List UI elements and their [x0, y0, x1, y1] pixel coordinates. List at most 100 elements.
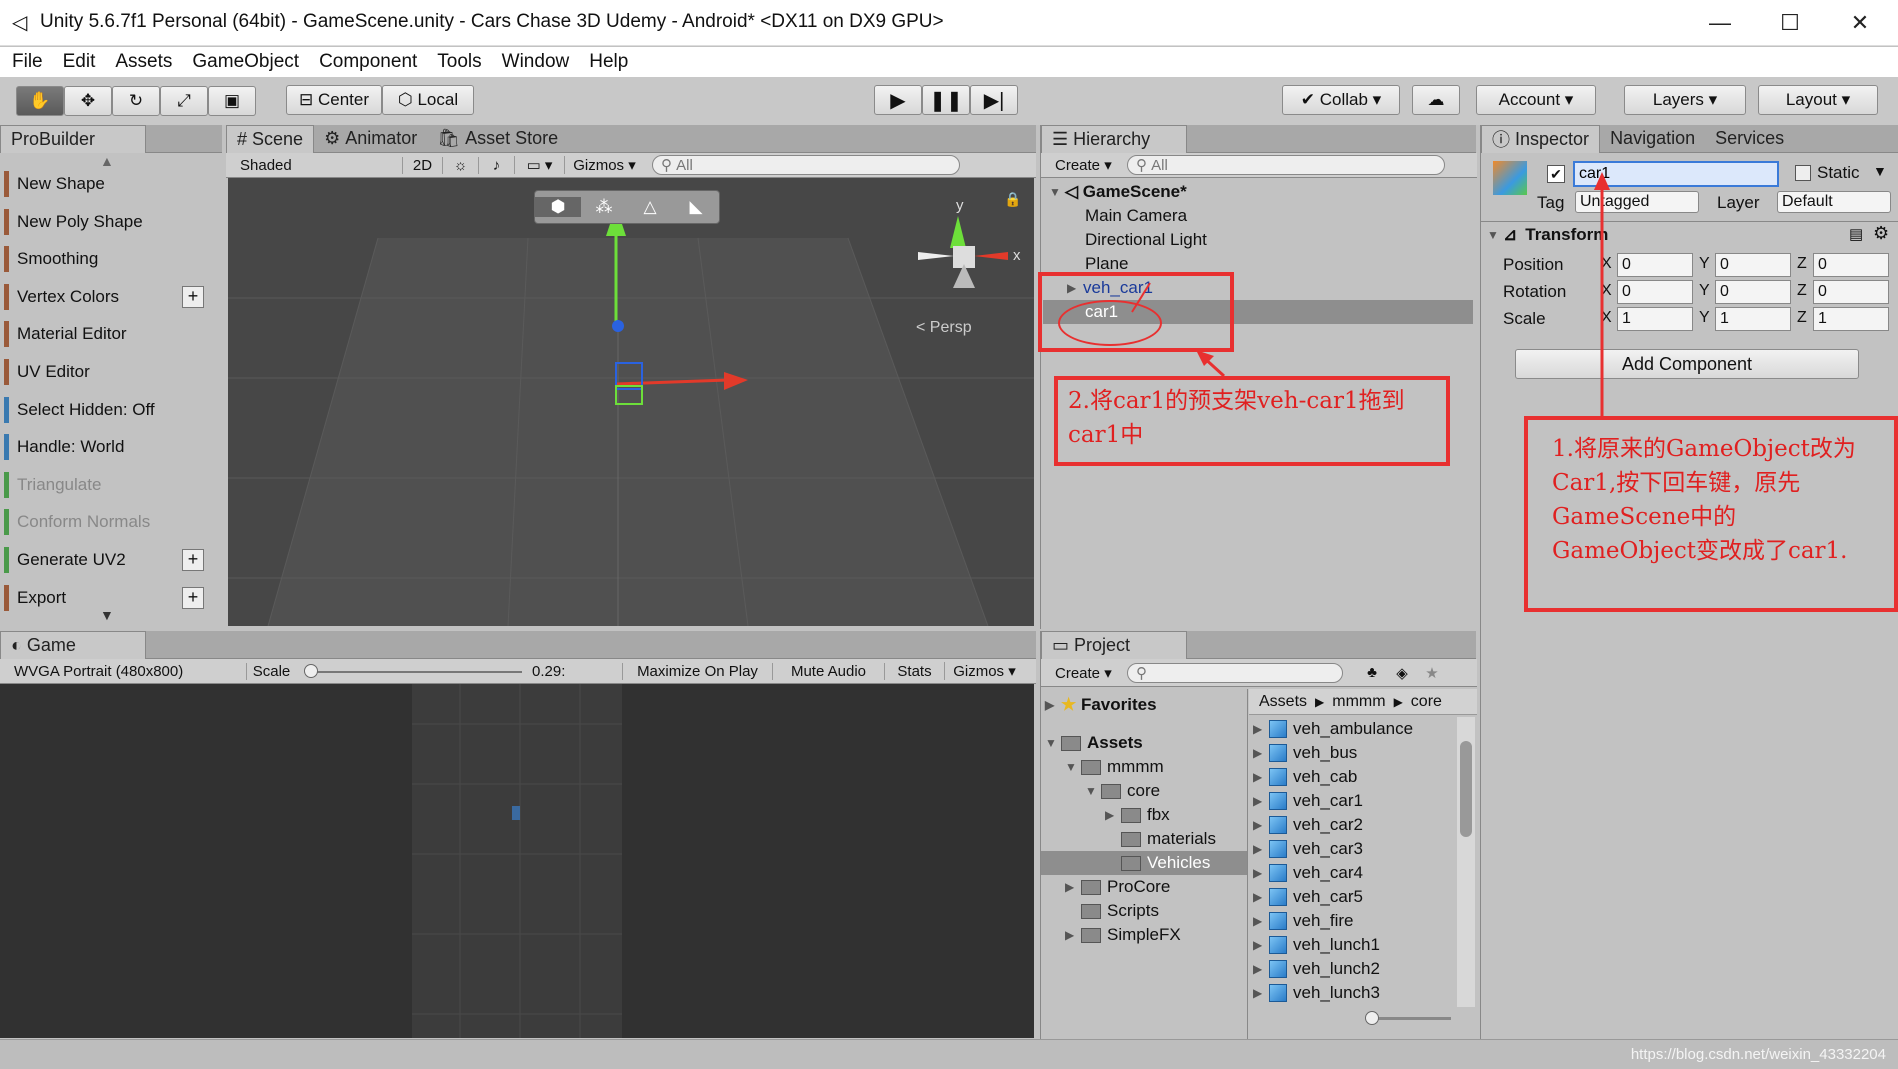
expand-arrow-icon[interactable]: ▼ — [1065, 760, 1081, 774]
static-dropdown-icon[interactable]: ▼ — [1873, 163, 1887, 179]
transform-x-field[interactable]: 1 — [1617, 307, 1693, 331]
tag-dropdown[interactable]: Untagged — [1575, 191, 1699, 213]
menu-component[interactable]: Component — [319, 51, 417, 73]
expand-arrow-icon[interactable]: ▶ — [1253, 746, 1269, 760]
filter-label-icon[interactable]: ◈ — [1387, 664, 1417, 682]
probuilder-item[interactable]: New Poly Shape — [4, 205, 212, 239]
scroll-down-icon[interactable]: ▼ — [100, 607, 114, 623]
help-icon[interactable]: ▤ — [1849, 225, 1863, 243]
active-checkbox[interactable]: ✔ — [1547, 165, 1565, 183]
scene-root[interactable]: ▼ ◁ GameScene* — [1049, 180, 1187, 204]
hand-tool-icon[interactable]: ✋ — [16, 86, 64, 116]
play-icon[interactable]: ▶ — [874, 85, 922, 115]
face-mode-icon[interactable]: ◣ — [673, 197, 719, 217]
resolution-dropdown[interactable]: WVGA Portrait (480x800) — [0, 663, 246, 680]
account-dropdown[interactable]: Account ▾ — [1476, 85, 1596, 115]
minimize-button[interactable]: — — [1700, 8, 1740, 38]
transform-z-field[interactable]: 0 — [1813, 253, 1889, 277]
layers-dropdown[interactable]: Layers ▾ — [1624, 85, 1746, 115]
2d-toggle[interactable]: 2D — [402, 156, 442, 174]
breadcrumb-item[interactable]: core — [1411, 693, 1442, 711]
expand-arrow-icon[interactable]: ▶ — [1253, 818, 1269, 832]
probuilder-item[interactable]: Conform Normals — [4, 505, 212, 539]
gear-icon[interactable]: ⚙ — [1873, 223, 1889, 244]
asset-item[interactable]: ▶ veh_bus — [1253, 741, 1357, 765]
icon-size-slider[interactable] — [1365, 1011, 1451, 1025]
scale-tool-icon[interactable]: ⤢ — [160, 86, 208, 116]
expand-arrow-icon[interactable]: ▶ — [1253, 914, 1269, 928]
asset-item[interactable]: ▶ veh_car5 — [1253, 885, 1363, 909]
expand-arrow-icon[interactable]: ▼ — [1045, 736, 1061, 750]
transform-x-field[interactable]: 0 — [1617, 280, 1693, 304]
transform-z-field[interactable]: 1 — [1813, 307, 1889, 331]
hierarchy-create-dropdown[interactable]: Create ▾ — [1041, 156, 1127, 174]
hierarchy-search-input[interactable]: ⚲ All — [1127, 155, 1445, 175]
probuilder-item[interactable]: Vertex Colors + — [4, 280, 212, 314]
game-view[interactable] — [0, 684, 1034, 1038]
collab-button[interactable]: ✔ Collab ▾ — [1282, 85, 1400, 115]
options-plus-icon[interactable]: + — [182, 549, 204, 571]
asset-item[interactable]: ▶ veh_car3 — [1253, 837, 1363, 861]
object-mode-icon[interactable]: ⬢ — [535, 197, 581, 217]
maximize-on-play-toggle[interactable]: Maximize On Play — [622, 662, 772, 680]
menu-window[interactable]: Window — [502, 51, 570, 73]
expand-arrow-icon[interactable]: ▶ — [1253, 986, 1269, 1000]
asset-scrollbar[interactable] — [1457, 717, 1475, 1007]
rotate-tool-icon[interactable]: ↻ — [112, 86, 160, 116]
audio-icon[interactable]: ♪ — [478, 156, 514, 174]
tab-hierarchy[interactable]: ☰ Hierarchy — [1041, 124, 1187, 153]
folder-node-selected[interactable]: Vehicles — [1041, 851, 1247, 875]
expand-arrow-icon[interactable]: ▶ — [1253, 866, 1269, 880]
project-create-dropdown[interactable]: Create ▾ — [1041, 664, 1127, 682]
probuilder-item[interactable]: Smoothing — [4, 242, 212, 276]
folder-node[interactable]: materials — [1121, 827, 1216, 851]
scene-view[interactable]: y x < Persp 🔒 ⬢ ⁂ △ ◣ — [228, 178, 1034, 627]
tab-game[interactable]: ◐ Game — [0, 630, 146, 659]
probuilder-item[interactable]: Material Editor — [4, 317, 212, 351]
asset-item[interactable]: ▶ veh_lunch2 — [1253, 957, 1380, 981]
menu-file[interactable]: File — [12, 51, 43, 73]
options-plus-icon[interactable]: + — [182, 586, 204, 609]
orientation-gizmo[interactable] — [918, 216, 1008, 288]
game-gizmos-dropdown[interactable]: Gizmos ▾ — [944, 662, 1024, 680]
close-button[interactable]: ✕ — [1840, 8, 1880, 38]
tab-probuilder[interactable]: ProBuilder — [0, 124, 146, 153]
expand-arrow-icon[interactable]: ▼ — [1487, 228, 1503, 242]
probuilder-item[interactable]: Generate UV2 + — [4, 543, 212, 577]
tab-asset-store[interactable]: 🛍 Asset Store — [427, 125, 568, 153]
lock-icon[interactable]: 🔒 — [1004, 191, 1021, 208]
favorite-star-icon[interactable]: ★ — [1417, 664, 1447, 682]
expand-arrow-icon[interactable]: ▼ — [1085, 784, 1101, 798]
expand-arrow-icon[interactable]: ▶ — [1253, 962, 1269, 976]
probuilder-item[interactable]: UV Editor — [4, 355, 212, 389]
expand-arrow-icon[interactable]: ▶ — [1105, 808, 1121, 822]
move-tool-icon[interactable]: ✥ — [64, 86, 112, 116]
static-checkbox[interactable] — [1795, 165, 1811, 181]
effects-icon[interactable]: ▭ ▾ — [514, 156, 564, 174]
hierarchy-item[interactable]: Directional Light — [1085, 228, 1207, 252]
menu-edit[interactable]: Edit — [63, 51, 96, 73]
pause-icon[interactable]: ❚❚ — [922, 85, 970, 115]
folder-node[interactable]: Scripts — [1081, 899, 1159, 923]
persp-label[interactable]: < Persp — [916, 319, 972, 336]
favorites-node[interactable]: ▶ ★ Favorites — [1045, 693, 1157, 717]
asset-item[interactable]: ▶ veh_lunch1 — [1253, 933, 1380, 957]
breadcrumb-item[interactable]: Assets — [1259, 693, 1307, 711]
asset-item[interactable]: ▶ veh_car4 — [1253, 861, 1363, 885]
folder-node[interactable]: ▼ mmmm — [1065, 755, 1164, 779]
layer-dropdown[interactable]: Default — [1777, 191, 1891, 213]
expand-arrow-icon[interactable]: ▶ — [1253, 890, 1269, 904]
probuilder-item[interactable]: Select Hidden: Off — [4, 393, 212, 427]
cloud-icon[interactable]: ☁ — [1412, 85, 1460, 115]
transform-z-field[interactable]: 0 — [1813, 280, 1889, 304]
breadcrumb-item[interactable]: mmmm — [1332, 693, 1385, 711]
menu-tools[interactable]: Tools — [437, 51, 481, 73]
transform-y-field[interactable]: 0 — [1715, 253, 1791, 277]
tab-inspector[interactable]: ⓘ Inspector — [1481, 124, 1601, 153]
pivot-local-button[interactable]: ⬡ Local — [382, 85, 474, 115]
options-plus-icon[interactable]: + — [182, 285, 204, 308]
folder-node[interactable]: ▶ fbx — [1105, 803, 1170, 827]
transform-x-field[interactable]: 0 — [1617, 253, 1693, 277]
transform-header[interactable]: ▼ ⊿ Transform — [1487, 225, 1608, 245]
add-component-button[interactable]: Add Component — [1515, 349, 1859, 379]
